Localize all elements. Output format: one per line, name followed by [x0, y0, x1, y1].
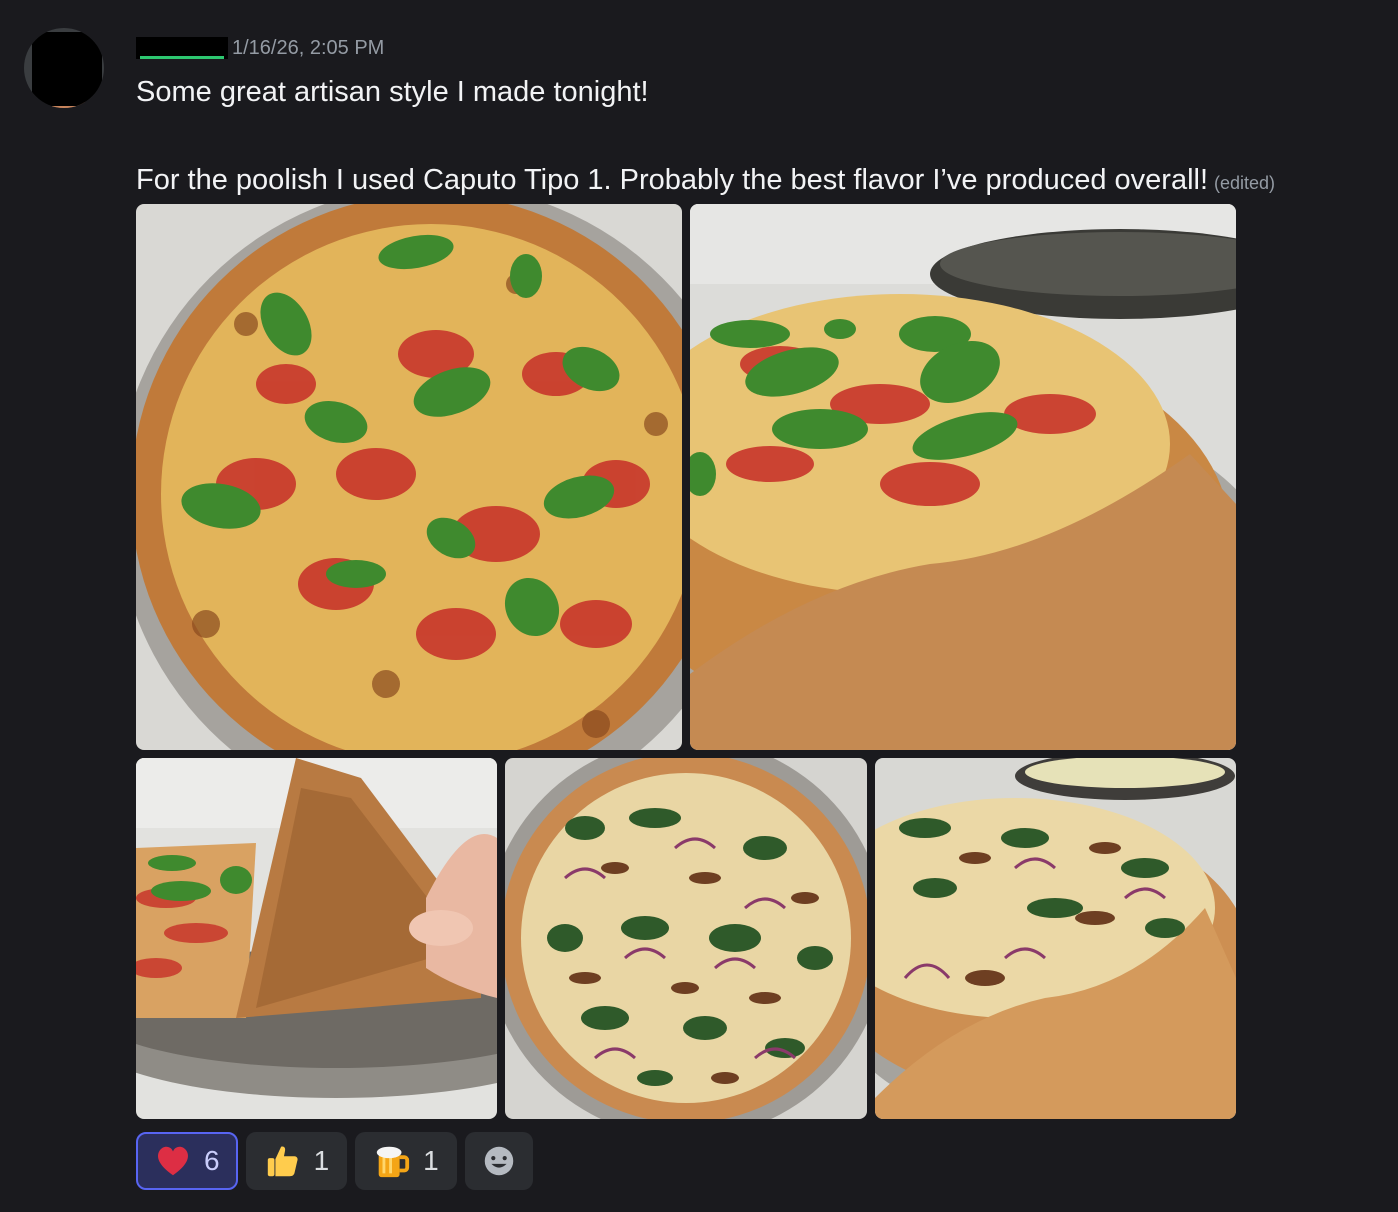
- pizza-mushroom-onion-photo: [505, 758, 867, 1119]
- attachment-image-3[interactable]: [136, 758, 497, 1119]
- edited-label: (edited): [1214, 173, 1276, 193]
- add-reaction-button[interactable]: [464, 1132, 533, 1190]
- username-redaction[interactable]: [136, 37, 228, 59]
- pizza-slice-underside-photo: [136, 758, 497, 1119]
- message-timestamp[interactable]: 1/16/26, 2:05 PM: [232, 37, 384, 60]
- attachment-image-4[interactable]: [505, 758, 867, 1119]
- beer-mug-icon: [376, 1146, 410, 1178]
- reaction-thumbs-up-count: 1: [313, 1145, 330, 1176]
- reaction-heart-count: 6: [204, 1145, 220, 1176]
- message-line-1: Some great artisan style I made tonight!: [136, 76, 649, 108]
- attachment-image-2[interactable]: [690, 204, 1236, 750]
- reactions-bar: 6 1 1: [136, 1132, 533, 1190]
- thumbs-up-icon: [267, 1146, 298, 1177]
- reaction-heart[interactable]: 6: [136, 1132, 238, 1190]
- avatar-redaction: [32, 32, 102, 106]
- reaction-thumbs-up[interactable]: 1: [245, 1132, 348, 1190]
- user-avatar[interactable]: [24, 28, 104, 108]
- reaction-beer-count: 1: [423, 1145, 439, 1176]
- pizza-margherita-angle-photo: [690, 204, 1236, 750]
- attachment-image-1[interactable]: [136, 204, 682, 750]
- message-header: 1/16/26, 2:05 PM: [136, 32, 384, 64]
- pizza-mushroom-onion-angle-photo: [875, 758, 1236, 1119]
- message-line-2: For the poolish I used Caputo Tipo 1. Pr…: [136, 158, 1376, 205]
- message-content: Some great artisan style I made tonight!…: [136, 70, 1376, 205]
- smiley-add-reaction-icon: [484, 1146, 513, 1176]
- pizza-margherita-photo: [136, 204, 682, 750]
- attachment-image-5[interactable]: [875, 758, 1236, 1119]
- heart-icon: [158, 1146, 188, 1176]
- reaction-beer[interactable]: 1: [355, 1132, 457, 1190]
- message-line-2-text: For the poolish I used Caputo Tipo 1. Pr…: [136, 164, 1209, 196]
